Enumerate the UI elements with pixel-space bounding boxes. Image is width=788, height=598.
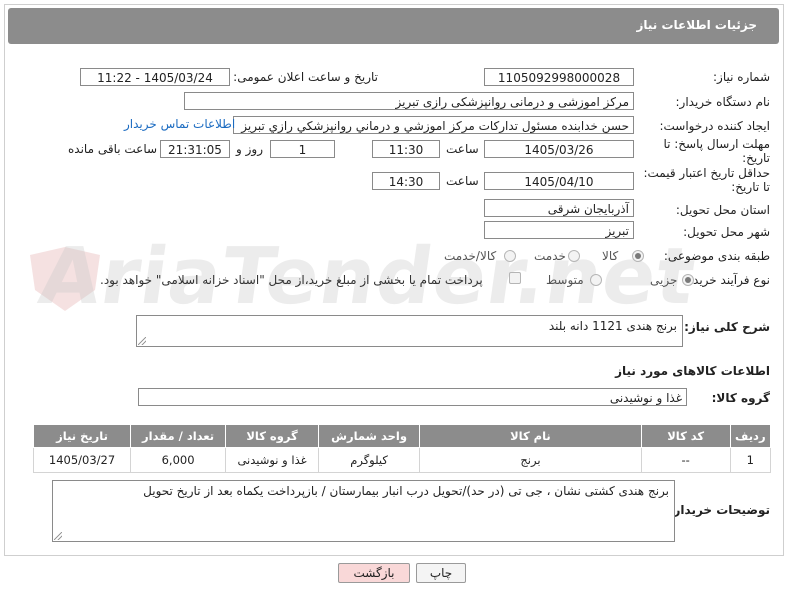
items-table: ردیف کد کالا نام کالا واحد شمارش گروه کا… bbox=[32, 424, 772, 473]
category-goods-service-label: کالا/خدمت bbox=[444, 249, 497, 263]
price-validity-label: حداقل تاریخ اعتبار قیمت: تا تاریخ: bbox=[643, 166, 770, 194]
category-label: طبقه بندی موضوعی: bbox=[663, 249, 770, 263]
requester-label: ایجاد کننده درخواست: bbox=[659, 119, 770, 133]
announce-datetime-label: تاریخ و ساعت اعلان عمومی: bbox=[233, 70, 378, 84]
validity-time-label: ساعت bbox=[446, 174, 479, 188]
col-header-item-name: نام کالا bbox=[419, 424, 642, 448]
requester-field: حسن خدابنده مسئول تداركات مركز اموزشي و … bbox=[233, 116, 634, 134]
reply-time-field: 11:30 bbox=[372, 140, 440, 158]
col-header-need-date: تاریخ نیاز bbox=[32, 424, 132, 448]
reply-deadline-label: مهلت ارسال پاسخ: تا تاریخ: bbox=[663, 137, 770, 165]
validity-time-field: 14:30 bbox=[372, 172, 440, 190]
header-bar: جزئیات اطلاعات نیاز bbox=[8, 8, 779, 44]
delivery-city-field: تبریز bbox=[484, 221, 634, 239]
days-label: روز و bbox=[236, 142, 263, 156]
treasury-payment-checkbox[interactable] bbox=[509, 272, 521, 284]
cell-item-name: برنج bbox=[419, 447, 642, 473]
buyer-notes-textarea: برنج هندی کشتی نشان ، جی تی (در حد)/تحوی… bbox=[52, 480, 675, 542]
print-button[interactable]: چاپ bbox=[416, 563, 466, 583]
resize-grip-icon[interactable] bbox=[138, 337, 146, 345]
process-medium-radio[interactable] bbox=[590, 274, 602, 286]
remaining-label: ساعت باقی مانده bbox=[68, 142, 158, 156]
delivery-city-label: شهر محل تحویل: bbox=[683, 225, 770, 239]
category-service-label: خدمت bbox=[534, 249, 566, 263]
col-header-item-code: کد کالا bbox=[640, 424, 731, 448]
process-minor-radio[interactable] bbox=[682, 274, 694, 286]
need-number-field: 1105092998000028 bbox=[484, 68, 634, 86]
cell-quantity: 6,000 bbox=[130, 447, 227, 473]
buyer-notes-label: توضیحات خریدار: bbox=[668, 503, 770, 517]
cell-item-group: غذا و نوشیدنی bbox=[225, 447, 319, 473]
buyer-contact-link[interactable]: اطلاعات تماس خریدار bbox=[124, 117, 235, 131]
treasury-payment-note: پرداخت تمام یا بخشی از مبلغ خرید،از محل … bbox=[100, 273, 483, 287]
buyer-notes-text: برنج هندی کشتی نشان ، جی تی (در حد)/تحوی… bbox=[143, 484, 669, 498]
cell-need-date: 1405/03/27 bbox=[32, 447, 132, 473]
reply-days-field: 1 bbox=[270, 140, 335, 158]
description-textarea: برنج هندی 1121 دانه بلند bbox=[136, 315, 683, 347]
cell-row-number: 1 bbox=[729, 447, 772, 473]
validity-date-field: 1405/04/10 bbox=[484, 172, 634, 190]
description-text: برنج هندی 1121 دانه بلند bbox=[548, 319, 677, 333]
goods-group-label: گروه کالا: bbox=[711, 391, 770, 405]
process-type-label: نوع فرآیند خرید : bbox=[685, 273, 770, 287]
category-goods-label: کالا bbox=[602, 249, 619, 263]
resize-grip-icon[interactable] bbox=[54, 532, 62, 540]
buyer-org-label: نام دستگاه خریدار: bbox=[675, 95, 771, 109]
table-header-row: ردیف کد کالا نام کالا واحد شمارش گروه کا… bbox=[32, 424, 772, 448]
goods-info-heading: اطلاعات کالاهای مورد نیاز bbox=[615, 364, 770, 378]
back-button[interactable]: بازگشت bbox=[338, 563, 410, 583]
announce-datetime-field: 1405/03/24 - 11:22 bbox=[80, 68, 230, 86]
category-goods-service-radio[interactable] bbox=[504, 250, 516, 262]
category-goods-radio[interactable] bbox=[632, 250, 644, 262]
reply-time-label: ساعت bbox=[446, 142, 479, 156]
col-header-item-group: گروه کالا bbox=[225, 424, 319, 448]
description-label: شرح کلی نیاز: bbox=[684, 320, 770, 334]
cell-item-code: -- bbox=[640, 447, 731, 473]
col-header-unit: واحد شمارش bbox=[317, 424, 421, 448]
cell-unit: کیلوگرم bbox=[317, 447, 421, 473]
buyer-org-field: مرکز اموزشی و درمانی روانپزشکی رازی تبری… bbox=[184, 92, 634, 110]
process-medium-label: متوسط bbox=[546, 273, 584, 287]
page-title: جزئیات اطلاعات نیاز bbox=[636, 18, 757, 32]
delivery-province-field: آذربایجان شرقی bbox=[484, 199, 634, 217]
col-header-quantity: تعداد / مقدار bbox=[130, 424, 227, 448]
category-service-radio[interactable] bbox=[568, 250, 580, 262]
reply-date-field: 1405/03/26 bbox=[484, 140, 634, 158]
delivery-province-label: استان محل تحویل: bbox=[675, 203, 770, 217]
remaining-time-field: 21:31:05 bbox=[160, 140, 230, 158]
col-header-row-number: ردیف bbox=[729, 424, 772, 448]
goods-group-field: غذا و نوشیدنی bbox=[138, 388, 687, 406]
need-number-label: شماره نیاز: bbox=[713, 70, 770, 84]
table-row: 1 -- برنج کیلوگرم غذا و نوشیدنی 6,000 14… bbox=[32, 447, 772, 473]
process-minor-label: جزیی bbox=[650, 273, 678, 287]
